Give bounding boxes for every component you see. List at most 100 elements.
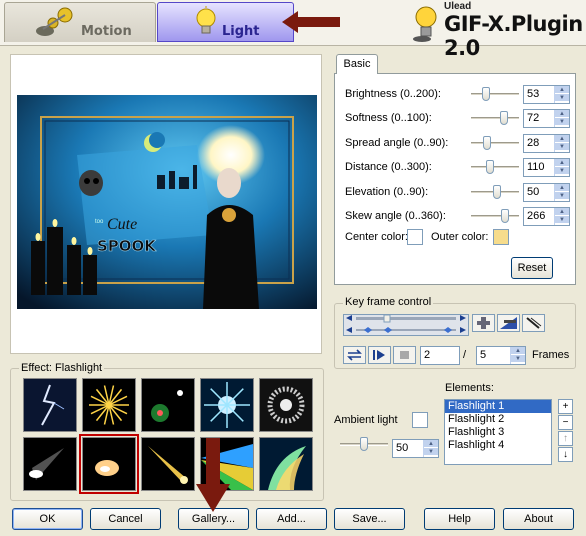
stop-icon	[400, 351, 409, 359]
spotlight-thumb[interactable]	[23, 437, 77, 491]
add-element-button[interactable]: +	[558, 399, 573, 414]
remove-element-button[interactable]: −	[558, 415, 573, 430]
ambient-arrows[interactable]: ▲ ▼	[423, 440, 438, 457]
aurora-thumb[interactable]	[259, 437, 313, 491]
play-button[interactable]	[368, 346, 391, 364]
play-icon	[373, 350, 385, 360]
keyframe-label: Key frame control	[343, 296, 434, 308]
frame-separator: /	[463, 349, 467, 361]
param-slider[interactable]	[471, 135, 519, 151]
starburst-thumb[interactable]	[200, 378, 254, 432]
loop-button[interactable]	[343, 346, 366, 364]
add-button[interactable]: Add...	[256, 508, 327, 530]
total-frames-spinner[interactable]: 5 ▲ ▼	[476, 346, 526, 365]
tab-light[interactable]: Light	[157, 2, 294, 42]
stop-button[interactable]	[393, 346, 416, 364]
spin-up-icon[interactable]: ▲	[555, 86, 569, 94]
param-spinner[interactable]: 53 ▲ ▼	[523, 85, 570, 104]
tab-light-label: Light	[222, 24, 260, 39]
ambient-spinner[interactable]: 50 ▲ ▼	[392, 439, 439, 458]
brand-lightbulb-icon	[413, 6, 437, 42]
param-slider[interactable]	[471, 159, 519, 175]
tab-basic[interactable]: Basic	[336, 54, 378, 74]
ring-thumb[interactable]	[259, 378, 313, 432]
comet-thumb[interactable]	[141, 437, 195, 491]
param-slider[interactable]	[471, 110, 519, 126]
param-spinner-arrows[interactable]: ▲ ▼	[554, 159, 569, 177]
param-spinner-arrows[interactable]: ▲ ▼	[554, 134, 569, 152]
center-color-label: Center color:	[345, 231, 408, 243]
keyframe-timeline[interactable]	[343, 314, 469, 336]
param-spinner[interactable]: 110 ▲ ▼	[523, 158, 570, 178]
ambient-slider-thumb[interactable]	[360, 437, 368, 451]
spin-up-icon[interactable]: ▲	[555, 159, 569, 168]
starburst-thumb-icon	[201, 379, 253, 431]
elements-list[interactable]: Flashlight 1 Flashlight 2 Flashlight 3 Flas…	[444, 399, 552, 465]
param-spinner[interactable]: 50 ▲ ▼	[523, 182, 570, 202]
reverse-keyframe-button[interactable]	[522, 314, 545, 332]
remove-keyframe-button[interactable]	[497, 314, 520, 332]
tab-motion[interactable]: Motion	[4, 2, 156, 42]
param-value: 50	[527, 185, 540, 198]
preview-image: too Cute SPOOK	[17, 95, 317, 309]
total-frames-arrows[interactable]: ▲ ▼	[510, 347, 525, 364]
lightning-thumb[interactable]	[23, 378, 77, 432]
param-slider-thumb[interactable]	[482, 87, 490, 101]
ambient-color-swatch[interactable]	[412, 412, 428, 428]
center-color-swatch[interactable]	[407, 229, 423, 245]
reverse-keyframe-icon	[526, 317, 542, 329]
spin-up-icon[interactable]: ▲	[555, 134, 569, 143]
ok-button[interactable]: OK	[12, 508, 83, 530]
param-value: 266	[527, 210, 546, 222]
param-slider[interactable]	[471, 208, 519, 224]
cancel-button[interactable]: Cancel	[90, 508, 161, 530]
outer-color-label: Outer color:	[431, 231, 489, 243]
spin-up-icon[interactable]: ▲	[555, 110, 569, 119]
param-slider-thumb[interactable]	[501, 209, 509, 223]
reset-button[interactable]: Reset	[511, 257, 553, 279]
about-button[interactable]: About	[503, 508, 574, 530]
param-spinner-arrows[interactable]: ▲ ▼	[554, 110, 569, 128]
param-slider[interactable]	[471, 86, 519, 102]
spin-down-icon[interactable]: ▼	[555, 167, 569, 176]
remove-keyframe-icon	[500, 317, 517, 329]
spin-down-icon[interactable]: ▼	[555, 94, 569, 102]
flashlight-thumb[interactable]	[79, 434, 139, 494]
firework-thumb[interactable]	[82, 378, 136, 432]
help-button[interactable]: Help	[424, 508, 495, 530]
move-up-button[interactable]: ↑	[558, 431, 573, 446]
spin-down-icon[interactable]: ▼	[555, 216, 569, 224]
param-spinner[interactable]: 28 ▲ ▼	[523, 133, 570, 153]
outer-color-swatch[interactable]	[493, 229, 509, 245]
move-down-button[interactable]: ↓	[558, 447, 573, 462]
current-frame-input[interactable]: 2	[420, 346, 460, 365]
param-slider-thumb[interactable]	[493, 184, 501, 199]
add-keyframe-icon	[477, 317, 490, 329]
param-slider-thumb[interactable]	[486, 160, 494, 175]
param-slider[interactable]	[471, 184, 519, 200]
element-list-item[interactable]: Flashlight 1	[445, 400, 551, 413]
spin-down-icon[interactable]: ▼	[555, 142, 569, 151]
lens-flare-thumb[interactable]	[141, 378, 195, 432]
keyframe-timeline-graphic	[346, 314, 466, 333]
param-spinner[interactable]: 266 ▲ ▼	[523, 207, 570, 226]
element-list-item[interactable]: Flashlight 4	[445, 439, 551, 452]
param-value: 53	[527, 88, 540, 100]
ambient-slider[interactable]	[340, 436, 388, 452]
param-spinner-arrows[interactable]: ▲ ▼	[554, 208, 569, 225]
spin-down-icon[interactable]: ▼	[555, 191, 569, 200]
param-slider-thumb[interactable]	[483, 135, 491, 150]
spin-up-icon[interactable]: ▲	[555, 183, 569, 192]
add-keyframe-button[interactable]	[472, 314, 495, 332]
param-spinner[interactable]: 72 ▲ ▼	[523, 109, 570, 129]
element-list-item[interactable]: Flashlight 2	[445, 413, 551, 426]
element-list-item[interactable]: Flashlight 3	[445, 426, 551, 439]
preview-caption-spook: SPOOK	[97, 237, 157, 255]
param-slider-thumb[interactable]	[500, 111, 508, 126]
spin-up-icon[interactable]: ▲	[555, 208, 569, 216]
param-spinner-arrows[interactable]: ▲ ▼	[554, 86, 569, 103]
spin-down-icon[interactable]: ▼	[555, 118, 569, 127]
preview-caption-cute: Cute	[107, 216, 137, 233]
save-button[interactable]: Save...	[334, 508, 405, 530]
param-spinner-arrows[interactable]: ▲ ▼	[554, 183, 569, 201]
